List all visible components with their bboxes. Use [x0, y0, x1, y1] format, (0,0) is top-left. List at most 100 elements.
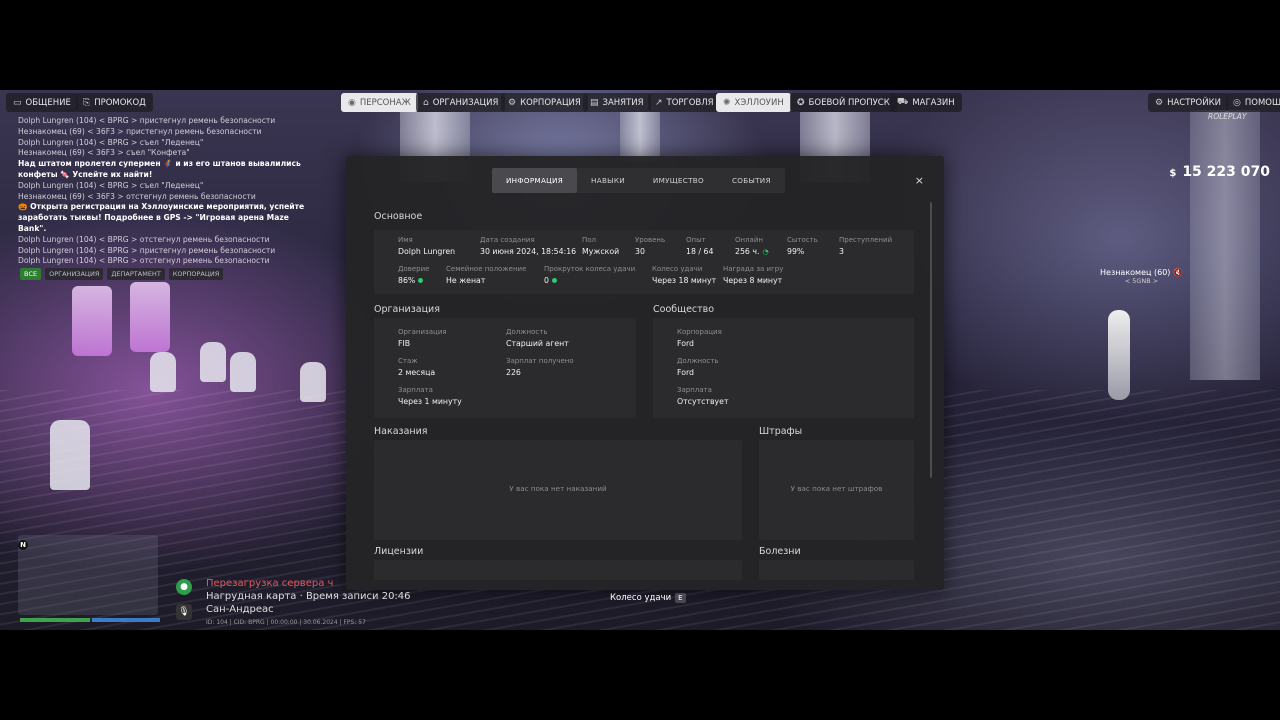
tab-information[interactable]: ИНФОРМАЦИЯ — [492, 168, 578, 193]
section-title-punishments: Наказания — [374, 426, 428, 437]
nav-settings[interactable]: ⚙ НАСТРОЙКИ — [1148, 93, 1228, 112]
field-corp-salary: Зарплата Отсутствует — [677, 386, 729, 406]
nav-character[interactable]: ◉ ПЕРСОНАЖ — [341, 93, 418, 112]
ticket-icon: ⎘ — [83, 97, 91, 108]
field-org-salaries: Зарплат получено 226 — [506, 357, 574, 377]
key-hint: E — [675, 593, 686, 603]
chat-line: Незнакомец (69) < 36F3 > пристегнул реме… — [18, 126, 262, 136]
lucky-wheel-hint: Колесо удачи E — [610, 593, 686, 603]
field-wheel-spins: Прокруток колеса удачи 0 — [544, 265, 636, 285]
user-icon: ◉ — [348, 97, 356, 108]
trade-icon: ↗ — [655, 97, 663, 108]
nav-organization[interactable]: ⌂ ОРГАНИЗАЦИЯ — [416, 93, 506, 112]
field-gender: Пол Мужской — [582, 236, 620, 256]
basic-info-card: Имя Dolph Lungren Дата создания 30 июня 20… — [374, 230, 914, 294]
currency-symbol: $ — [1169, 168, 1177, 179]
chat-tab-corporation[interactable]: КОРПОРАЦИЯ — [168, 268, 224, 280]
nav-help[interactable]: ◎ПОМОЩЬ — [1226, 93, 1280, 112]
nav-battlepass[interactable]: ✪ БОЕВОЙ ПРОПУСК — [790, 93, 897, 112]
scene-pillar — [620, 112, 660, 162]
field-online: Онлайн 256 ч. ◔ — [735, 236, 769, 256]
modal-scrollbar[interactable] — [930, 202, 932, 478]
nav-halloween[interactable]: ✺ ХЭЛЛОУИН — [716, 93, 791, 112]
chat-line: Dolph Lungren (104) < BPRG > отстегнул р… — [18, 256, 270, 266]
cart-icon: ⛟ — [897, 97, 909, 107]
casino-chair — [230, 352, 256, 392]
help-icon: ◎ — [1233, 97, 1241, 108]
corporation-icon: ⚙ — [508, 97, 517, 108]
nav-chat[interactable]: ▭ ОБЩЕНИЕ — [6, 93, 78, 112]
chat-line: Dolph Lungren (104) < BPRG > съел "Леден… — [18, 137, 204, 147]
microphone-icon: 🎙 — [176, 604, 192, 620]
health-armor-bars — [20, 618, 160, 622]
halloween-icon: ✺ — [723, 97, 731, 108]
field-game-reward: Награда за игру Через 8 минут — [723, 265, 784, 285]
section-title-organization: Организация — [374, 304, 440, 315]
top-navigation: ▭ ОБЩЕНИЕ ⎘ ПРОМОКОД ◉ ПЕРСОНАЖ ⌂ ОРГАНИЗАЦИ… — [0, 93, 1280, 113]
tab-property[interactable]: ИМУЩЕСТВО — [639, 168, 718, 193]
tab-skills[interactable]: НАВЫКИ — [577, 168, 639, 193]
speaker-muted-icon: 🔇 — [1172, 268, 1183, 277]
field-created: Дата создания 30 июня 2024, 18:54:16 — [480, 236, 577, 256]
server-notice: Перезагрузка сервера ч — [206, 578, 334, 589]
close-icon[interactable]: × — [915, 174, 924, 187]
field-corporation: Корпорация Ford — [677, 328, 722, 348]
section-title-diseases: Болезни — [759, 546, 801, 557]
npc-id: < 5GNB > — [1124, 277, 1159, 285]
casino-chair — [200, 342, 226, 382]
location-info: Перезагрузка сервера ч Нагрудная карта ·… — [206, 577, 411, 629]
field-org-name: Организация FIB — [398, 328, 447, 348]
nav-corporation[interactable]: ⚙ КОРПОРАЦИЯ — [501, 93, 588, 112]
licenses-card — [374, 560, 742, 580]
status-dot-icon — [418, 278, 424, 283]
status-line: ID: 104 | CID: BPRG | 00:00:00 | 30.06.2… — [206, 619, 366, 626]
modal-tabs: ИНФОРМАЦИЯ НАВЫКИ ИМУЩЕСТВО СОБЫТИЯ — [492, 168, 785, 193]
chat-line: Dolph Lungren (104) < BPRG > пристегнул … — [18, 116, 276, 125]
field-org-tenure: Стаж 2 месяца — [398, 357, 436, 377]
diseases-card — [759, 560, 914, 580]
field-trust: Доверие 86% — [398, 265, 430, 285]
server-logo-text: ROLEPLAY — [1208, 112, 1247, 121]
chat-line-announcement: 🎃 Открыта регистрация на Хэллоуинские ме… — [18, 202, 305, 233]
chat-tab-organization[interactable]: ОРГАНИЗАЦИЯ — [45, 268, 104, 280]
slot-machine — [130, 282, 170, 352]
punishments-empty-text: У вас пока нет наказаний — [509, 484, 607, 493]
punishments-card: У вас пока нет наказаний — [374, 440, 742, 540]
scene-pillar — [1190, 110, 1260, 380]
status-dot-icon — [551, 278, 557, 283]
chat-line: Dolph Lungren (104) < BPRG > пристегнул … — [18, 245, 276, 255]
tab-events[interactable]: СОБЫТИЯ — [718, 168, 785, 193]
location-line: Нагрудная карта · Время записи 20:46 — [206, 591, 411, 602]
chat-line: Dolph Lungren (104) < BPRG > отстегнул р… — [18, 234, 270, 244]
fines-card: У вас пока нет штрафов — [759, 440, 914, 540]
money-display: $15 223 070 — [1169, 164, 1270, 180]
field-org-salary: Зарплата Через 1 минуту — [398, 386, 462, 406]
npc-character — [1108, 310, 1130, 400]
nav-jobs[interactable]: ▤ ЗАНЯТИЯ — [583, 93, 651, 112]
field-lucky-wheel: Колесо удачи Через 18 минут — [652, 265, 717, 285]
health-bar — [20, 618, 90, 622]
nav-promocode[interactable]: ⎘ ПРОМОКОД — [76, 93, 153, 112]
minimap — [18, 535, 158, 615]
voice-status-icon: ● — [176, 579, 192, 595]
chat-line: Незнакомец (69) < 36F3 > отстегнул ремен… — [18, 191, 256, 201]
region-name: Сан-Андреас — [206, 604, 274, 615]
chat-line-announcement: Над штатом пролетел супермен 🦸 и из его … — [18, 159, 301, 179]
money-amount: 15 223 070 — [1182, 164, 1270, 180]
nav-shop[interactable]: ⛟ МАГАЗИН — [890, 93, 962, 112]
field-marital-status: Семейное положение Не женат — [446, 265, 527, 285]
section-title-basic: Основное — [374, 211, 423, 222]
field-satiety: Сытость 99% — [787, 236, 818, 256]
casino-chair — [300, 362, 326, 402]
chat-tab-department[interactable]: ДЕПАРТАМЕНТ — [107, 268, 165, 280]
character-modal: ИНФОРМАЦИЯ НАВЫКИ ИМУЩЕСТВО СОБЫТИЯ × Ос… — [346, 156, 944, 590]
casino-chair — [50, 420, 90, 490]
chat-icon: ▭ — [13, 97, 22, 108]
chat-log: Dolph Lungren (104) < BPRG > пристегнул … — [18, 116, 318, 267]
gear-icon: ⚙ — [1155, 97, 1164, 108]
jobs-icon: ▤ — [590, 97, 599, 108]
chat-line: Незнакомец (69) < 36F3 > съел "Конфета" — [18, 148, 190, 158]
nav-trade[interactable]: ↗ ТОРГОВЛЯ — [648, 93, 721, 112]
battlepass-icon: ✪ — [797, 97, 805, 108]
chat-tab-all[interactable]: ВСЕ — [20, 268, 42, 280]
